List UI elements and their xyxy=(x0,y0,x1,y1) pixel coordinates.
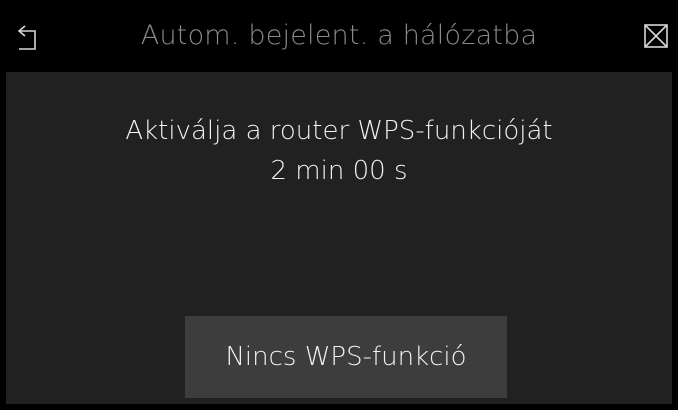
countdown-timer: 2 min 00 s xyxy=(270,156,408,186)
no-wps-button[interactable]: Nincs WPS-funkció xyxy=(185,316,507,398)
close-icon xyxy=(644,24,668,48)
content-panel: Aktiválja a router WPS-funkcióját 2 min … xyxy=(6,72,672,404)
wps-login-screen: Autom. bejelent. a hálózatba Aktiválja a… xyxy=(0,0,678,410)
page-title: Autom. bejelent. a hálózatba xyxy=(140,20,538,51)
header-bar: Autom. bejelent. a hálózatba xyxy=(0,0,678,72)
back-arrow-icon xyxy=(17,25,36,50)
instruction-text: Aktiválja a router WPS-funkcióját xyxy=(125,116,553,146)
back-button[interactable] xyxy=(14,22,46,54)
close-button[interactable] xyxy=(640,20,672,52)
